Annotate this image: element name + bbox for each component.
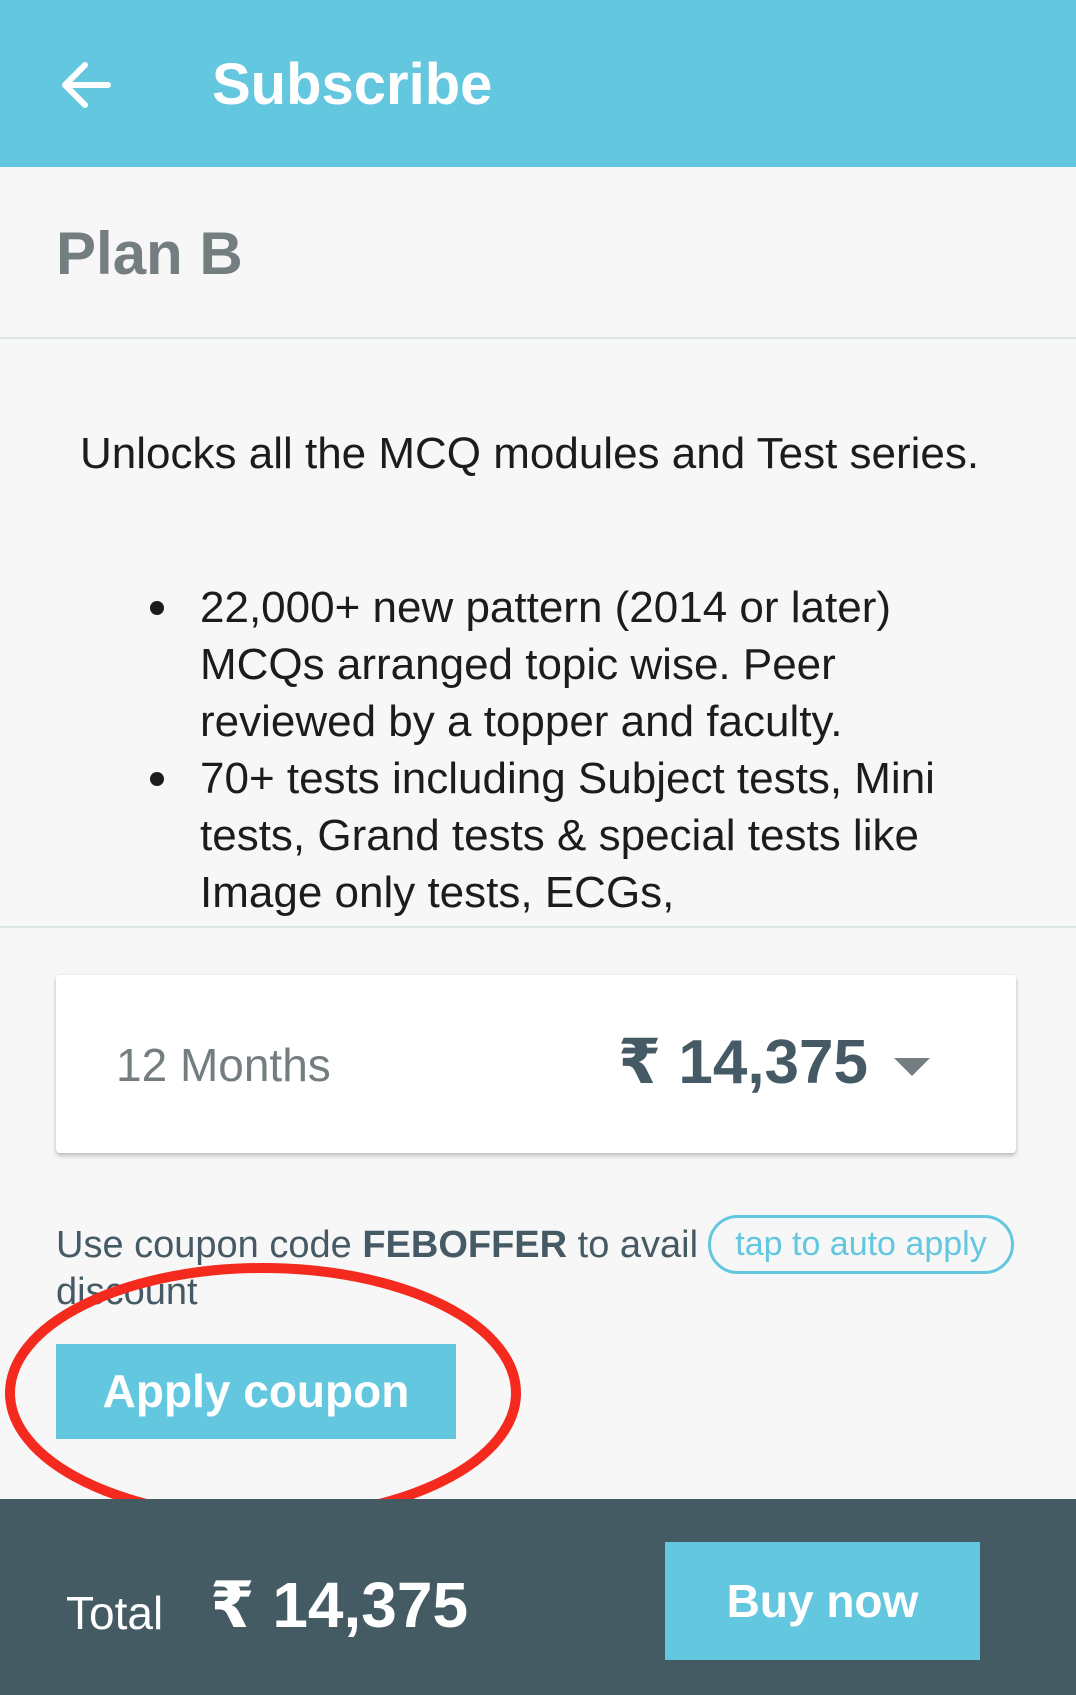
auto-apply-coupon-button[interactable]: tap to auto apply (708, 1215, 1014, 1274)
feature-item: 70+ tests including Subject tests, Mini … (150, 750, 980, 921)
coupon-code: FEBOFFER (362, 1224, 568, 1266)
plan-intro: Unlocks all the MCQ modules and Test ser… (80, 429, 980, 478)
page-title: Subscribe (212, 52, 493, 117)
duration-label: 12 Months (116, 1039, 331, 1091)
back-button[interactable] (40, 40, 130, 130)
coupon-hint: Use coupon code FEBOFFER to avail discou… (56, 1222, 706, 1316)
apply-coupon-button[interactable]: Apply coupon (56, 1344, 456, 1439)
app-bar: Subscribe (0, 0, 1076, 167)
caret-down-icon (894, 1058, 930, 1076)
subscribe-screen: Subscribe Plan B Unlocks all the MCQ mod… (0, 0, 1076, 1695)
total-label: Total (66, 1587, 164, 1639)
plan-duration-selector[interactable]: 12 Months ₹ 14,375 (56, 975, 1016, 1153)
plan-price: ₹ 14,375 (618, 1028, 868, 1097)
checkout-bar: Total ₹ 14,375 Buy now (0, 1499, 1076, 1695)
total-amount: ₹ 14,375 (210, 1569, 469, 1641)
coupon-hint-prefix: Use coupon code (56, 1224, 363, 1266)
buy-now-button[interactable]: Buy now (665, 1542, 980, 1660)
feature-item: 22,000+ new pattern (2014 or later) MCQs… (150, 579, 980, 750)
arrow-left-icon (62, 62, 111, 108)
plan-name: Plan B (56, 220, 243, 287)
feature-list: 22,000+ new pattern (2014 or later) MCQs… (150, 579, 980, 921)
plan-description: Unlocks all the MCQ modules and Test ser… (0, 339, 1076, 928)
plan-header: Plan B (0, 167, 1076, 339)
